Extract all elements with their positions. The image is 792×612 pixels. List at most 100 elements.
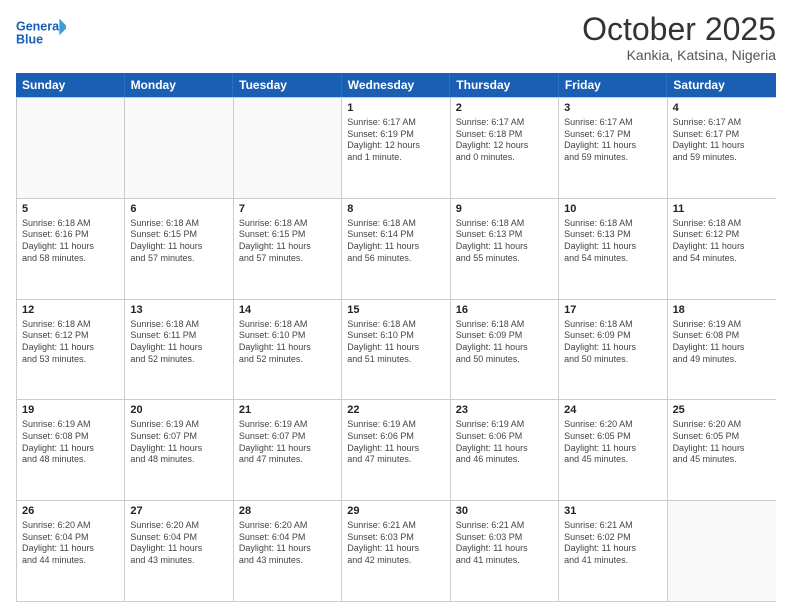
- cell-date-number: 19: [22, 403, 119, 418]
- logo: General Blue: [16, 12, 66, 52]
- cell-date-number: 14: [239, 303, 336, 318]
- cell-date-number: 28: [239, 504, 336, 519]
- day-cell-19: 19Sunrise: 6:19 AM Sunset: 6:08 PM Dayli…: [17, 400, 125, 500]
- day-cell-1: 1Sunrise: 6:17 AM Sunset: 6:19 PM Daylig…: [342, 98, 450, 198]
- calendar-header: SundayMondayTuesdayWednesdayThursdayFrid…: [16, 73, 776, 97]
- cell-info-text: Sunrise: 6:18 AM Sunset: 6:10 PM Dayligh…: [239, 319, 336, 366]
- cell-info-text: Sunrise: 6:21 AM Sunset: 6:02 PM Dayligh…: [564, 520, 661, 567]
- day-cell-24: 24Sunrise: 6:20 AM Sunset: 6:05 PM Dayli…: [559, 400, 667, 500]
- page: General Blue October 2025 Kankia, Katsin…: [0, 0, 792, 612]
- cell-info-text: Sunrise: 6:17 AM Sunset: 6:17 PM Dayligh…: [564, 117, 661, 164]
- empty-cell-4-6: [668, 501, 776, 601]
- cell-info-text: Sunrise: 6:19 AM Sunset: 6:08 PM Dayligh…: [22, 419, 119, 466]
- calendar-row-3: 12Sunrise: 6:18 AM Sunset: 6:12 PM Dayli…: [17, 300, 776, 401]
- title-block: October 2025 Kankia, Katsina, Nigeria: [582, 12, 776, 63]
- day-cell-13: 13Sunrise: 6:18 AM Sunset: 6:11 PM Dayli…: [125, 300, 233, 400]
- day-header-wednesday: Wednesday: [342, 73, 451, 97]
- cell-date-number: 30: [456, 504, 553, 519]
- cell-info-text: Sunrise: 6:17 AM Sunset: 6:18 PM Dayligh…: [456, 117, 553, 164]
- cell-date-number: 6: [130, 202, 227, 217]
- month-title: October 2025: [582, 12, 776, 47]
- cell-date-number: 25: [673, 403, 771, 418]
- cell-date-number: 15: [347, 303, 444, 318]
- day-cell-28: 28Sunrise: 6:20 AM Sunset: 6:04 PM Dayli…: [234, 501, 342, 601]
- day-cell-20: 20Sunrise: 6:19 AM Sunset: 6:07 PM Dayli…: [125, 400, 233, 500]
- day-cell-2: 2Sunrise: 6:17 AM Sunset: 6:18 PM Daylig…: [451, 98, 559, 198]
- day-header-friday: Friday: [559, 73, 668, 97]
- cell-date-number: 7: [239, 202, 336, 217]
- day-cell-26: 26Sunrise: 6:20 AM Sunset: 6:04 PM Dayli…: [17, 501, 125, 601]
- day-cell-5: 5Sunrise: 6:18 AM Sunset: 6:16 PM Daylig…: [17, 199, 125, 299]
- cell-info-text: Sunrise: 6:18 AM Sunset: 6:11 PM Dayligh…: [130, 319, 227, 366]
- cell-info-text: Sunrise: 6:21 AM Sunset: 6:03 PM Dayligh…: [347, 520, 444, 567]
- cell-date-number: 22: [347, 403, 444, 418]
- cell-date-number: 29: [347, 504, 444, 519]
- cell-date-number: 21: [239, 403, 336, 418]
- cell-info-text: Sunrise: 6:19 AM Sunset: 6:06 PM Dayligh…: [347, 419, 444, 466]
- cell-info-text: Sunrise: 6:19 AM Sunset: 6:08 PM Dayligh…: [673, 319, 771, 366]
- day-header-sunday: Sunday: [16, 73, 125, 97]
- cell-date-number: 23: [456, 403, 553, 418]
- cell-info-text: Sunrise: 6:18 AM Sunset: 6:13 PM Dayligh…: [456, 218, 553, 265]
- cell-date-number: 20: [130, 403, 227, 418]
- cell-info-text: Sunrise: 6:19 AM Sunset: 6:07 PM Dayligh…: [239, 419, 336, 466]
- day-cell-31: 31Sunrise: 6:21 AM Sunset: 6:02 PM Dayli…: [559, 501, 667, 601]
- cell-info-text: Sunrise: 6:18 AM Sunset: 6:14 PM Dayligh…: [347, 218, 444, 265]
- day-cell-17: 17Sunrise: 6:18 AM Sunset: 6:09 PM Dayli…: [559, 300, 667, 400]
- cell-date-number: 13: [130, 303, 227, 318]
- cell-info-text: Sunrise: 6:18 AM Sunset: 6:09 PM Dayligh…: [564, 319, 661, 366]
- day-cell-30: 30Sunrise: 6:21 AM Sunset: 6:03 PM Dayli…: [451, 501, 559, 601]
- day-cell-16: 16Sunrise: 6:18 AM Sunset: 6:09 PM Dayli…: [451, 300, 559, 400]
- cell-info-text: Sunrise: 6:20 AM Sunset: 6:04 PM Dayligh…: [239, 520, 336, 567]
- header: General Blue October 2025 Kankia, Katsin…: [16, 12, 776, 63]
- day-cell-6: 6Sunrise: 6:18 AM Sunset: 6:15 PM Daylig…: [125, 199, 233, 299]
- cell-date-number: 31: [564, 504, 661, 519]
- day-cell-14: 14Sunrise: 6:18 AM Sunset: 6:10 PM Dayli…: [234, 300, 342, 400]
- day-cell-21: 21Sunrise: 6:19 AM Sunset: 6:07 PM Dayli…: [234, 400, 342, 500]
- day-cell-3: 3Sunrise: 6:17 AM Sunset: 6:17 PM Daylig…: [559, 98, 667, 198]
- cell-info-text: Sunrise: 6:18 AM Sunset: 6:16 PM Dayligh…: [22, 218, 119, 265]
- cell-date-number: 16: [456, 303, 553, 318]
- cell-date-number: 24: [564, 403, 661, 418]
- cell-date-number: 3: [564, 101, 661, 116]
- empty-cell-0-1: [125, 98, 233, 198]
- empty-cell-0-2: [234, 98, 342, 198]
- day-cell-11: 11Sunrise: 6:18 AM Sunset: 6:12 PM Dayli…: [668, 199, 776, 299]
- svg-text:Blue: Blue: [16, 33, 43, 47]
- day-cell-22: 22Sunrise: 6:19 AM Sunset: 6:06 PM Dayli…: [342, 400, 450, 500]
- svg-text:General: General: [16, 19, 63, 33]
- cell-info-text: Sunrise: 6:19 AM Sunset: 6:07 PM Dayligh…: [130, 419, 227, 466]
- calendar-row-2: 5Sunrise: 6:18 AM Sunset: 6:16 PM Daylig…: [17, 199, 776, 300]
- calendar-body: 1Sunrise: 6:17 AM Sunset: 6:19 PM Daylig…: [16, 97, 776, 602]
- cell-info-text: Sunrise: 6:17 AM Sunset: 6:17 PM Dayligh…: [673, 117, 771, 164]
- cell-info-text: Sunrise: 6:19 AM Sunset: 6:06 PM Dayligh…: [456, 419, 553, 466]
- day-cell-9: 9Sunrise: 6:18 AM Sunset: 6:13 PM Daylig…: [451, 199, 559, 299]
- cell-date-number: 5: [22, 202, 119, 217]
- calendar-row-5: 26Sunrise: 6:20 AM Sunset: 6:04 PM Dayli…: [17, 501, 776, 602]
- cell-info-text: Sunrise: 6:21 AM Sunset: 6:03 PM Dayligh…: [456, 520, 553, 567]
- calendar-row-4: 19Sunrise: 6:19 AM Sunset: 6:08 PM Dayli…: [17, 400, 776, 501]
- cell-info-text: Sunrise: 6:18 AM Sunset: 6:12 PM Dayligh…: [673, 218, 771, 265]
- cell-date-number: 4: [673, 101, 771, 116]
- day-header-tuesday: Tuesday: [233, 73, 342, 97]
- cell-date-number: 2: [456, 101, 553, 116]
- cell-info-text: Sunrise: 6:20 AM Sunset: 6:04 PM Dayligh…: [22, 520, 119, 567]
- cell-info-text: Sunrise: 6:18 AM Sunset: 6:09 PM Dayligh…: [456, 319, 553, 366]
- cell-date-number: 10: [564, 202, 661, 217]
- cell-date-number: 18: [673, 303, 771, 318]
- day-cell-23: 23Sunrise: 6:19 AM Sunset: 6:06 PM Dayli…: [451, 400, 559, 500]
- day-cell-29: 29Sunrise: 6:21 AM Sunset: 6:03 PM Dayli…: [342, 501, 450, 601]
- cell-info-text: Sunrise: 6:17 AM Sunset: 6:19 PM Dayligh…: [347, 117, 444, 164]
- location-subtitle: Kankia, Katsina, Nigeria: [582, 47, 776, 63]
- cell-info-text: Sunrise: 6:18 AM Sunset: 6:10 PM Dayligh…: [347, 319, 444, 366]
- day-cell-8: 8Sunrise: 6:18 AM Sunset: 6:14 PM Daylig…: [342, 199, 450, 299]
- day-cell-4: 4Sunrise: 6:17 AM Sunset: 6:17 PM Daylig…: [668, 98, 776, 198]
- cell-date-number: 27: [130, 504, 227, 519]
- day-cell-27: 27Sunrise: 6:20 AM Sunset: 6:04 PM Dayli…: [125, 501, 233, 601]
- day-header-thursday: Thursday: [450, 73, 559, 97]
- calendar-row-1: 1Sunrise: 6:17 AM Sunset: 6:19 PM Daylig…: [17, 98, 776, 199]
- calendar: SundayMondayTuesdayWednesdayThursdayFrid…: [16, 73, 776, 602]
- cell-info-text: Sunrise: 6:20 AM Sunset: 6:05 PM Dayligh…: [673, 419, 771, 466]
- cell-date-number: 9: [456, 202, 553, 217]
- cell-info-text: Sunrise: 6:20 AM Sunset: 6:05 PM Dayligh…: [564, 419, 661, 466]
